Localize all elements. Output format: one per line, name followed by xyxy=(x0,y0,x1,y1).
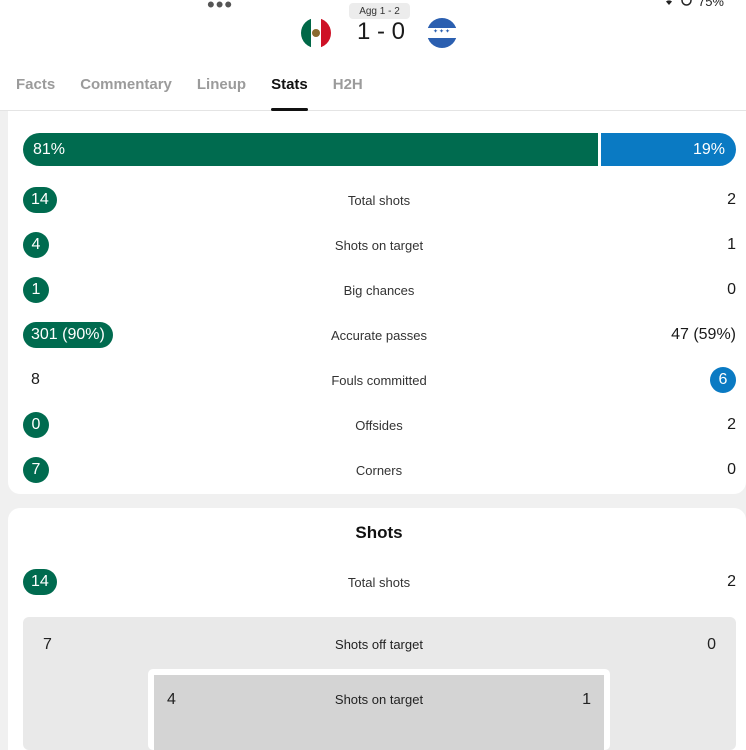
stat-away-value: 2 xyxy=(727,573,736,590)
tab-h2h[interactable]: H2H xyxy=(333,76,363,111)
tab-lineup[interactable]: Lineup xyxy=(197,76,246,111)
stat-row-total-shots: 14 Total shots 2 xyxy=(8,186,746,214)
match-score: 1 - 0 xyxy=(356,18,406,45)
stat-away-value: 0 xyxy=(727,461,736,478)
off-target-away: 0 xyxy=(707,636,716,653)
stat-away-value: 6 xyxy=(710,366,736,394)
stat-away-value: 1 xyxy=(727,236,736,253)
stat-label: Total shots xyxy=(347,574,411,590)
tab-stats[interactable]: Stats xyxy=(271,76,308,111)
mexico-emblem-icon xyxy=(312,29,320,37)
tab-bar: Facts Commentary Lineup Stats H2H xyxy=(16,76,388,111)
off-target-label: Shots off target xyxy=(335,637,423,652)
wifi-icon xyxy=(663,0,675,9)
status-bar: 75% xyxy=(663,0,724,9)
stat-away-value: 0 xyxy=(727,281,736,298)
stat-label: Accurate passes xyxy=(330,327,428,343)
more-dots-icon[interactable]: ••• xyxy=(207,0,233,18)
tab-commentary[interactable]: Commentary xyxy=(80,76,172,111)
orientation-lock-icon xyxy=(681,0,692,9)
stat-label: Total shots xyxy=(347,192,411,208)
stat-label: Fouls committed xyxy=(331,372,427,388)
match-header: ••• 75% Agg 1 - 2 1 - 0 ✦✦✦ Facts Commen… xyxy=(0,0,746,111)
section-title: Shots xyxy=(355,523,403,542)
away-pill: 6 xyxy=(710,367,736,393)
stat-label: Offsides xyxy=(355,417,403,433)
stat-away-value: 2 xyxy=(727,416,736,433)
on-target-away: 1 xyxy=(582,691,591,708)
stat-row-big-chances: 1 Big chances 0 xyxy=(8,276,746,304)
stat-away-value: 47 (59%) xyxy=(671,326,736,343)
stat-label: Shots on target xyxy=(334,237,424,253)
mexico-flag-icon[interactable] xyxy=(301,18,331,48)
possession-bar: 81% 19% xyxy=(23,133,736,166)
shots-off-target-box: 7 Shots off target 0 4 Shots on target 1 xyxy=(23,617,736,750)
stat-row-accurate-passes: 301 (90%) Accurate passes 47 (59%) xyxy=(8,321,746,349)
stat-row-shots-on-target: 4 Shots on target 1 xyxy=(8,231,746,259)
honduras-stars-icon: ✦✦✦ xyxy=(432,29,452,35)
aggregate-badge: Agg 1 - 2 xyxy=(349,3,410,19)
stat-row-offsides: 0 Offsides 2 xyxy=(8,411,746,439)
possession-away: 19% xyxy=(601,133,736,166)
on-target-label: Shots on target xyxy=(334,692,424,707)
top-stats-card: 81% 19% 14 Total shots 2 4 Shots on targ… xyxy=(8,111,746,494)
shots-total-row: 14 Total shots 2 xyxy=(8,568,746,596)
stat-away-value: 2 xyxy=(727,191,736,208)
shots-card: Shots 14 Total shots 2 7 Shots off targe… xyxy=(8,508,746,750)
shots-on-target-box: 4 Shots on target 1 xyxy=(154,675,604,750)
stat-row-corners: 7 Corners 0 xyxy=(8,456,746,484)
stat-label: Big chances xyxy=(343,282,415,298)
goal-frame: 4 Shots on target 1 xyxy=(148,669,610,750)
stat-label: Corners xyxy=(355,462,403,478)
possession-home: 81% xyxy=(23,133,598,166)
tab-facts[interactable]: Facts xyxy=(16,76,55,111)
stat-row-fouls-committed: 8 Fouls committed 6 xyxy=(8,366,746,394)
battery-text: 75% xyxy=(697,0,724,9)
honduras-flag-icon[interactable]: ✦✦✦ xyxy=(427,18,457,48)
